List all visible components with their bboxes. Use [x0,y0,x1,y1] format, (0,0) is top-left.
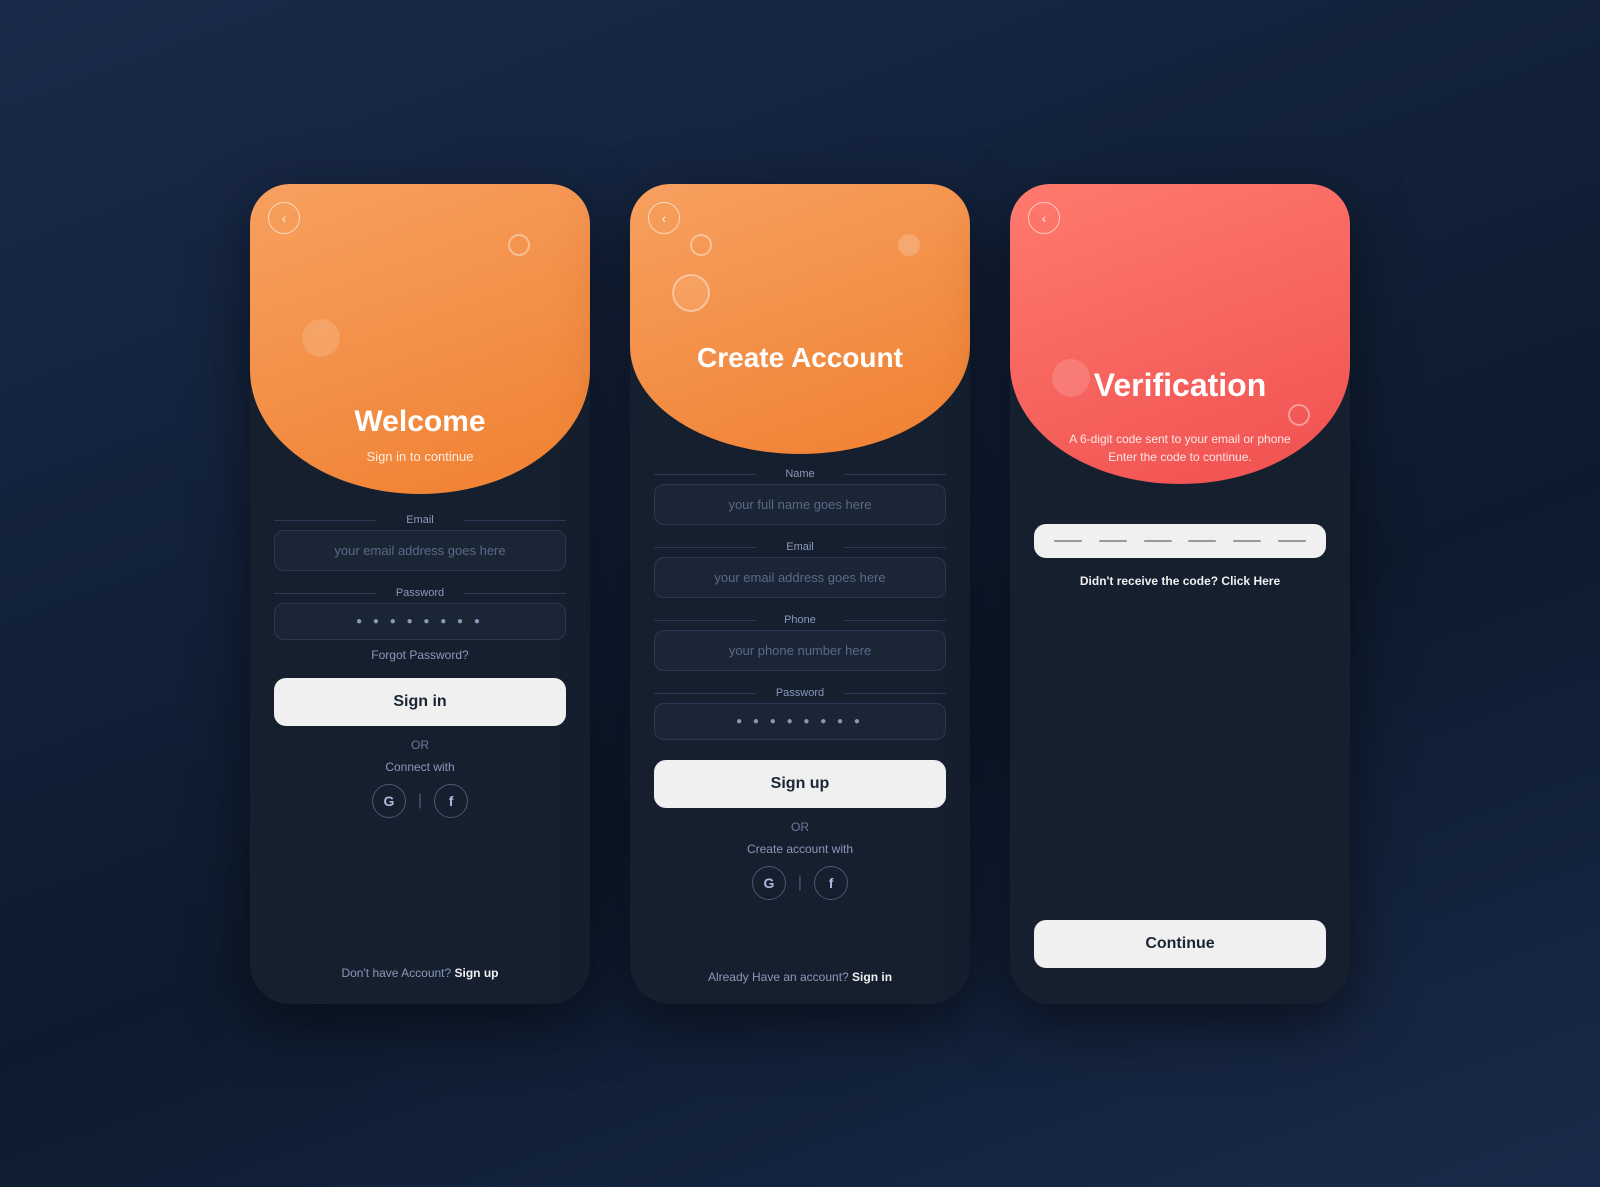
create-header: ‹ Create Account [630,184,970,454]
phone-field-group: Phone [654,614,946,671]
or-divider: OR [411,738,429,752]
create-back-button[interactable]: ‹ [648,202,680,234]
forgot-password-link[interactable]: Forgot Password? [274,648,566,662]
create-account-card: ‹ Create Account Name Email Phone Passwo… [630,184,970,1004]
name-input[interactable] [654,484,946,525]
continue-button[interactable]: Continue [1034,920,1326,968]
verify-body: Didn't receive the code? Click Here Cont… [1010,484,1350,1004]
deco-circle-4 [672,274,710,312]
create-password-input[interactable] [654,703,946,740]
facebook-icon[interactable]: f [434,784,468,818]
email-field-group: Email [274,514,566,571]
create-email-label: Email [654,541,946,553]
create-password-field-group: Password [654,687,946,740]
password-field-group: Password [274,587,566,640]
welcome-back-button[interactable]: ‹ [268,202,300,234]
welcome-header: ‹ Welcome Sign in to continue [250,184,590,494]
code-dash-1 [1054,540,1082,542]
code-dash-2 [1099,540,1127,542]
connect-label: Connect with [385,760,454,774]
code-dash-3 [1144,540,1172,542]
phone-input[interactable] [654,630,946,671]
create-password-label: Password [654,687,946,699]
deco-circle-2 [508,234,530,256]
name-field-group: Name [654,468,946,525]
create-or-divider: OR [791,820,809,834]
deco-circle-3 [690,234,712,256]
create-header-bg [630,184,970,454]
welcome-title: Welcome [250,405,590,439]
resend-link[interactable]: Click Here [1221,574,1280,588]
create-with-label: Create account with [747,842,853,856]
signin-link[interactable]: Already Have an account? Sign in [708,962,892,984]
email-label: Email [274,514,566,526]
create-title: Create Account [630,342,970,374]
create-email-input[interactable] [654,557,946,598]
code-dash-6 [1278,540,1306,542]
email-input[interactable] [274,530,566,571]
google-icon[interactable]: G [372,784,406,818]
deco-circle-1 [302,319,340,357]
welcome-card: ‹ Welcome Sign in to continue Email Pass… [250,184,590,1004]
verify-back-button[interactable]: ‹ [1028,202,1060,234]
phone-label: Phone [654,614,946,626]
code-dash-4 [1188,540,1216,542]
code-dash-5 [1233,540,1261,542]
password-label: Password [274,587,566,599]
create-social-divider: | [798,874,802,892]
name-label: Name [654,468,946,480]
resend-text: Didn't receive the code? Click Here [1034,574,1326,588]
welcome-body: Email Password Forgot Password? Sign in … [250,494,590,1004]
welcome-subtitle: Sign in to continue [250,449,590,464]
verify-header: ‹ Verification A 6-digit code sent to yo… [1010,184,1350,484]
deco-circle-5 [898,234,920,256]
deco-circle-7 [1288,404,1310,426]
signup-link[interactable]: Don't have Account? Sign up [341,958,498,980]
social-row: G | f [372,784,468,818]
signup-button[interactable]: Sign up [654,760,946,808]
social-divider: | [418,792,422,810]
create-body: Name Email Phone Password Sign up OR Cre… [630,454,970,1004]
signin-button[interactable]: Sign in [274,678,566,726]
create-social-row: G | f [752,866,848,900]
create-email-field-group: Email [654,541,946,598]
verification-card: ‹ Verification A 6-digit code sent to yo… [1010,184,1350,1004]
welcome-header-bg [250,184,590,494]
code-input-row[interactable] [1034,524,1326,558]
create-facebook-icon[interactable]: f [814,866,848,900]
create-google-icon[interactable]: G [752,866,786,900]
verify-title: Verification [1010,367,1350,404]
password-input[interactable] [274,603,566,640]
verify-subtitle: A 6-digit code sent to your email or pho… [1010,430,1350,466]
